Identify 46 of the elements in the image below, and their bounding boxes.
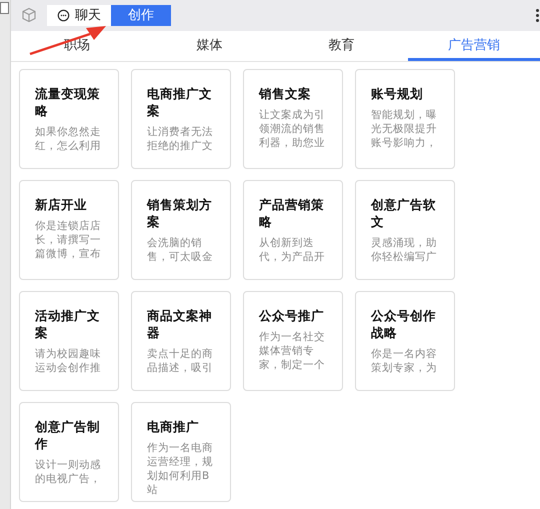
card-title: 新店开业	[35, 196, 88, 213]
template-card[interactable]: 新店开业 你是连锁店店长，请撰写一篇微博，宣布	[19, 180, 119, 280]
card-title: 账号规划	[371, 85, 424, 102]
card-description: 你是一名内容策划专家，为	[371, 347, 437, 375]
card-description: 如果你忽然走红，怎么利用	[35, 125, 101, 153]
card-title: 产品营销策略	[259, 196, 325, 230]
card-title: 活动推广文案	[35, 307, 101, 341]
card-title: 电商推广文案	[147, 85, 213, 119]
card-title: 公众号推广	[259, 307, 325, 324]
card-title: 电商推广	[147, 418, 200, 435]
card-description: 会洗脑的销售，可太吸金	[147, 236, 213, 264]
card-title: 销售策划方案	[147, 196, 213, 230]
template-card[interactable]: 创意广告制作 设计一则动感的电视广告，	[19, 402, 119, 502]
card-title: 公众号创作战略	[371, 307, 437, 341]
card-description: 设计一则动感的电视广告，	[35, 458, 101, 486]
template-card[interactable]: 创意广告软文 灵感涌现，助你轻松编写广	[355, 180, 455, 280]
card-title: 销售文案	[259, 85, 312, 102]
card-title: 流量变现策略	[35, 85, 101, 119]
more-icon[interactable]	[535, 8, 540, 22]
card-description: 卖点十足的商品描述，吸引	[147, 347, 213, 375]
card-description: 灵感涌现，助你轻松编写广	[371, 236, 437, 264]
card-description: 从创新到迭代，为产品开	[259, 236, 325, 264]
mode-tab[interactable]: 创作	[111, 4, 171, 26]
template-card[interactable]: 公众号创作战略 你是一名内容策划专家，为	[355, 291, 455, 391]
card-description: 你是连锁店店长，请撰写一篇微博，宣布	[35, 219, 101, 261]
template-card[interactable]: 公众号推广 作为一名社交媒体营销专家，制定一个	[243, 291, 343, 391]
card-title: 创意广告制作	[35, 418, 101, 452]
template-card[interactable]: 产品营销策略 从创新到迭代，为产品开	[243, 180, 343, 280]
chat-bubble-icon	[57, 8, 70, 22]
card-title: 商品文案神器	[147, 307, 213, 341]
card-description: 让文案成为引领潮流的销售利器，助您业	[259, 108, 325, 150]
card-description: 请为校园趣味运动会创作推	[35, 347, 101, 375]
template-card[interactable]: 电商推广文案 让消费者无法拒绝的推广文	[131, 69, 231, 169]
template-card[interactable]: 账号规划 智能规划，曝光无极限提升账号影响力，	[355, 69, 455, 169]
card-description: 智能规划，曝光无极限提升账号影响力，	[371, 108, 437, 150]
card-title: 创意广告软文	[371, 196, 437, 230]
template-card[interactable]: 销售策划方案 会洗脑的销售，可太吸金	[131, 180, 231, 280]
card-description: 作为一名电商运营经理，规划如何利用B站	[147, 441, 213, 497]
template-card[interactable]: 销售文案 让文案成为引领潮流的销售利器，助您业	[243, 69, 343, 169]
mode-tab[interactable]: 聊天	[47, 4, 111, 26]
template-card[interactable]: 流量变现策略 如果你忽然走红，怎么利用	[19, 69, 119, 169]
card-description: 让消费者无法拒绝的推广文	[147, 125, 213, 153]
card-description: 作为一名社交媒体营销专家，制定一个	[259, 330, 325, 372]
template-card[interactable]: 商品文案神器 卖点十足的商品描述，吸引	[131, 291, 231, 391]
template-card[interactable]: 活动推广文案 请为校园趣味运动会创作推	[19, 291, 119, 391]
template-card[interactable]: 电商推广 作为一名电商运营经理，规划如何利用B站	[131, 402, 231, 502]
